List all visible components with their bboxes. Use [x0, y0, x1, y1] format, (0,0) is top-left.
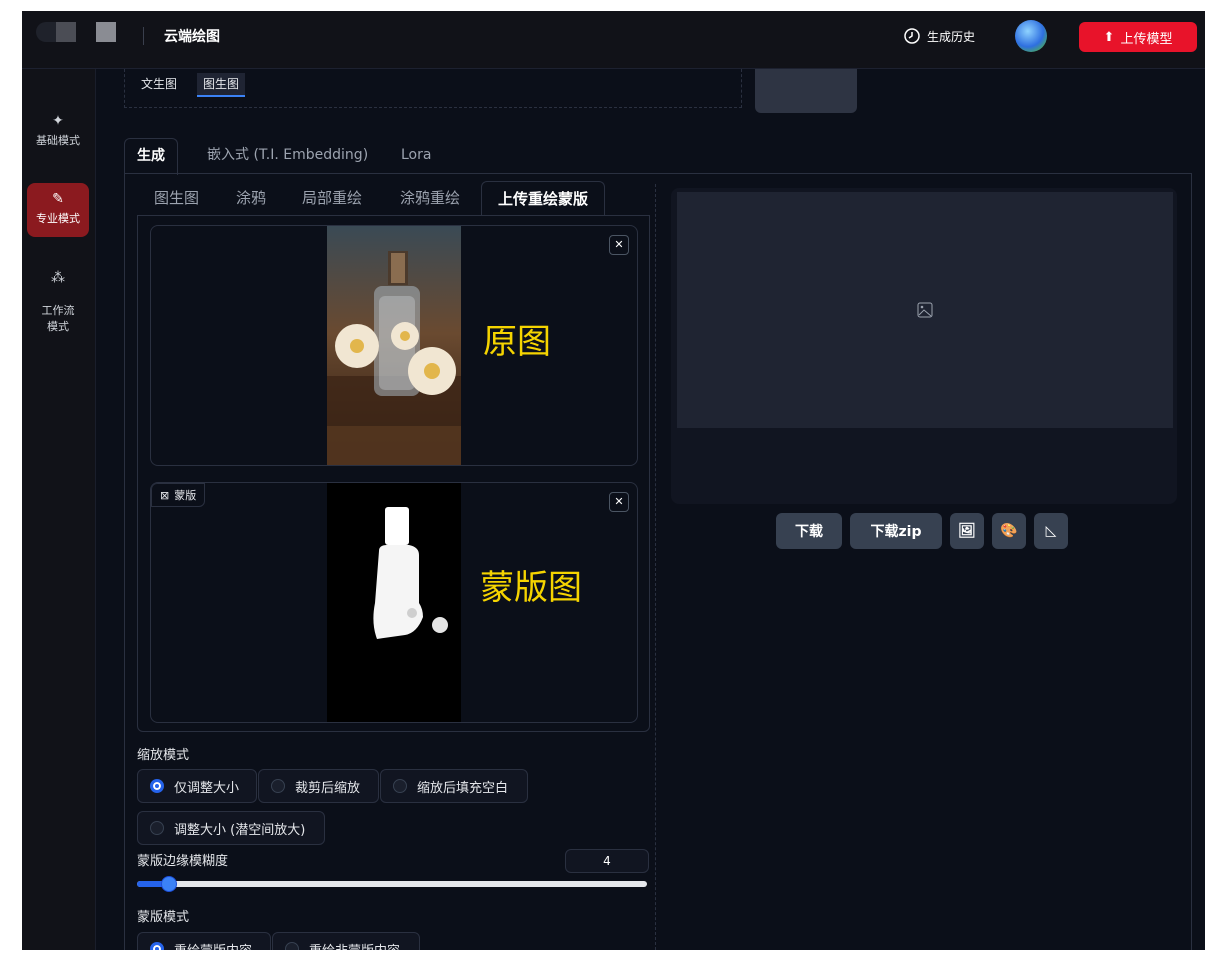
- mask-tag: ⊠ 蒙版: [151, 483, 206, 507]
- main-area: 文生图 图生图 生成 嵌入式 (T.I. Embedding) Lora 图生图…: [95, 69, 1205, 950]
- sidebar-item-workflow[interactable]: ⁂ 工作流 模式: [27, 257, 89, 334]
- mask-blur-label: 蒙版边缘模糊度: [137, 854, 229, 869]
- upload-label: 上传模型: [1120, 31, 1173, 47]
- upload-icon: ⬆: [1103, 29, 1115, 45]
- output-panel: [671, 188, 1177, 504]
- history-button[interactable]: 生成历史: [903, 27, 975, 45]
- workflow-icon: ⁂: [51, 270, 65, 286]
- close-icon[interactable]: ✕: [609, 235, 629, 255]
- radio-label: 仅调整大小: [174, 780, 240, 796]
- history-icon: [904, 28, 920, 44]
- subtab-img2img[interactable]: 图生图: [197, 73, 246, 97]
- tab-generate[interactable]: 生成: [124, 138, 178, 175]
- mask-mode-label: 蒙版模式: [137, 910, 190, 925]
- radio-label: 调整大小 (潜空间放大): [174, 822, 306, 838]
- ruler-icon: ◺: [1045, 523, 1057, 539]
- radio-icon: [393, 779, 407, 793]
- tab-inpaint[interactable]: 局部重绘: [302, 181, 362, 215]
- radio-resize-only[interactable]: 仅调整大小: [137, 769, 257, 803]
- brush-icon: ✎: [52, 191, 64, 207]
- close-icon[interactable]: ✕: [609, 492, 629, 512]
- download-button[interactable]: 下载: [776, 513, 842, 549]
- mask-tag-label: 蒙版: [174, 489, 197, 502]
- radio-checked-icon: [150, 779, 164, 793]
- radio-inpaint-unmasked[interactable]: 重绘非蒙版内容: [272, 932, 420, 950]
- sidebar-item-label: 基础模式: [36, 134, 80, 147]
- divider: [143, 27, 144, 45]
- app-title: 云端绘图: [164, 29, 220, 45]
- thumbnail[interactable]: [755, 69, 857, 113]
- send-to-extras-button[interactable]: ◺: [1034, 513, 1068, 549]
- window-control-square[interactable]: [56, 22, 76, 42]
- radio-icon: [271, 779, 285, 793]
- radio-crop-resize[interactable]: 裁剪后缩放: [258, 769, 379, 803]
- resize-mode-label: 缩放模式: [137, 748, 190, 763]
- download-zip-button[interactable]: 下载zip: [850, 513, 942, 549]
- image-placeholder-icon: [917, 302, 933, 318]
- send-to-img2img-button[interactable]: 🖼: [950, 513, 984, 549]
- tab-inpaint-sketch[interactable]: 涂鸦重绘: [400, 181, 460, 215]
- image-icon: ⊠: [160, 488, 170, 502]
- radio-latent-upscale[interactable]: 调整大小 (潜空间放大): [137, 811, 325, 845]
- radio-label: 重绘蒙版内容: [174, 940, 252, 951]
- sidebar-item-basic[interactable]: ✦ 基础模式: [27, 113, 89, 148]
- app-window: 云端绘图 生成历史 ⬆ 上传模型 ✦ 基础模式 ✎ 专业模式 ⁂ 工作流 模式 …: [22, 11, 1205, 950]
- sidebar-item-pro[interactable]: ✎ 专业模式: [27, 183, 89, 237]
- radio-inpaint-masked[interactable]: 重绘蒙版内容: [137, 932, 271, 950]
- radio-checked-icon: [150, 942, 164, 950]
- output-image: [677, 192, 1173, 428]
- divider: [655, 184, 657, 950]
- mask-label: 蒙版图: [480, 568, 582, 608]
- tab-img2img[interactable]: 图生图: [154, 181, 199, 215]
- window-control-square-2[interactable]: [96, 22, 116, 42]
- tab-lora[interactable]: Lora: [401, 138, 431, 174]
- radio-label: 重绘非蒙版内容: [309, 940, 400, 951]
- mode-switch-box: 文生图 图生图: [124, 69, 742, 108]
- sidebar-item-label: 专业模式: [36, 212, 80, 225]
- subtab-txt2img[interactable]: 文生图: [135, 73, 183, 95]
- upload-model-button[interactable]: ⬆ 上传模型: [1079, 22, 1197, 52]
- mask-blur-input[interactable]: 4: [565, 849, 649, 873]
- original-image: [327, 226, 461, 465]
- sparkle-icon: ✦: [52, 113, 64, 129]
- avatar[interactable]: [1015, 20, 1047, 52]
- sidebar-item-label: 工作流 模式: [41, 304, 75, 333]
- history-label: 生成历史: [927, 29, 976, 44]
- mask-image: [327, 483, 461, 722]
- radio-icon: [150, 821, 164, 835]
- original-label: 原图: [483, 322, 551, 362]
- radio-icon: [285, 942, 299, 950]
- send-to-inpaint-button[interactable]: 🎨: [992, 513, 1026, 549]
- tab-embedding[interactable]: 嵌入式 (T.I. Embedding): [207, 138, 368, 174]
- top-bar: 云端绘图 生成历史 ⬆ 上传模型: [22, 11, 1205, 69]
- radio-label: 缩放后填充空白: [417, 780, 509, 796]
- original-image-box[interactable]: 原图 ✕: [150, 225, 638, 466]
- mask-blur-slider[interactable]: [137, 876, 647, 892]
- palette-icon: 🎨: [1000, 523, 1018, 539]
- tab-upload-mask[interactable]: 上传重绘蒙版: [481, 181, 606, 216]
- image-icon: 🖼: [958, 523, 976, 539]
- divider: [95, 69, 96, 950]
- mask-image-box[interactable]: ⊠ 蒙版 蒙版图 ✕: [150, 482, 638, 723]
- radio-resize-fill[interactable]: 缩放后填充空白: [380, 769, 528, 803]
- radio-label: 裁剪后缩放: [295, 780, 361, 796]
- tab-sketch[interactable]: 涂鸦: [236, 181, 266, 215]
- slider-thumb[interactable]: [160, 876, 177, 892]
- sidebar: ✦ 基础模式 ✎ 专业模式 ⁂ 工作流 模式: [22, 69, 95, 950]
